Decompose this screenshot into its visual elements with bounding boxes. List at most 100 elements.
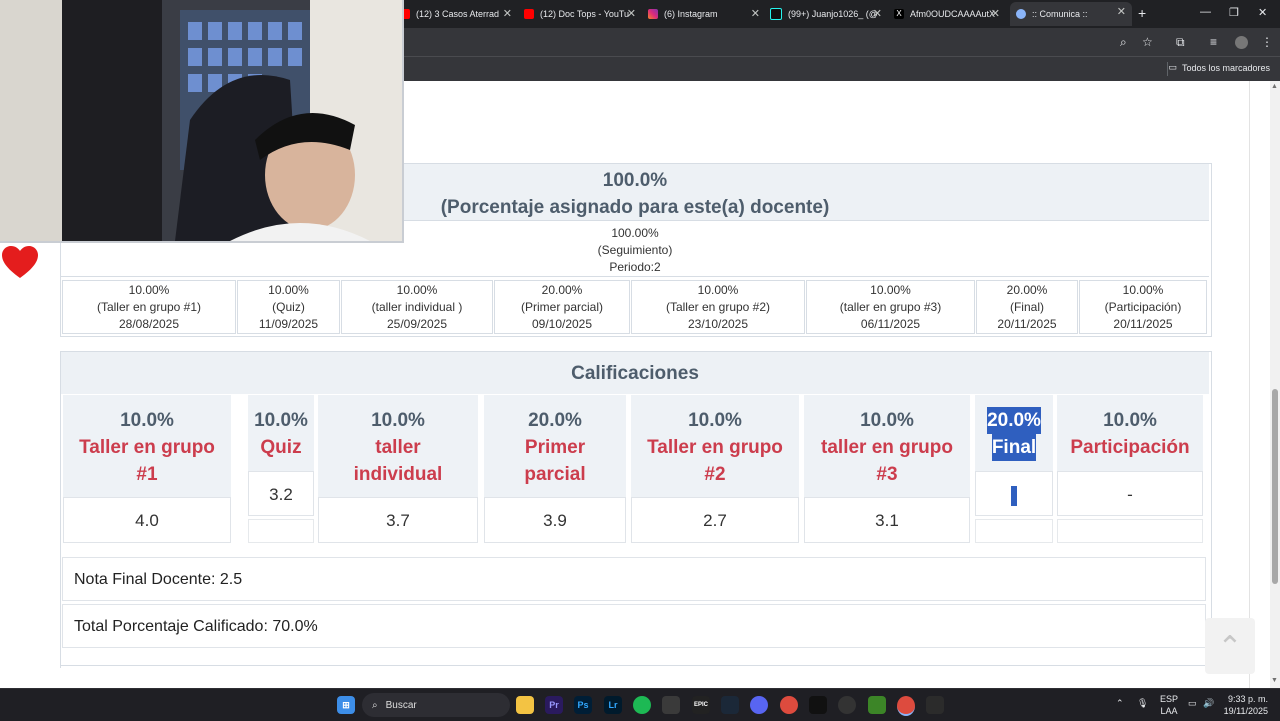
browser-tab-1[interactable]: (12) 3 Casos Aterrad ✕ — [400, 4, 518, 24]
file-explorer-icon[interactable] — [516, 696, 534, 714]
grade-value: 4.0 — [63, 497, 231, 543]
webcam-image — [0, 0, 402, 241]
tab-label: Afm0OUDCAAAAutX — [910, 9, 996, 19]
bookmark-star-icon[interactable]: ☆ — [1142, 35, 1153, 49]
taskbar-search[interactable]: ⌕ Buscar — [362, 693, 510, 717]
grade-name: taller en grupo — [821, 437, 953, 458]
language-label: ESP — [1160, 694, 1179, 704]
zoom-icon[interactable]: ⌕ — [1120, 35, 1127, 50]
browser-tab-3[interactable]: (6) Instagram ✕ — [648, 4, 766, 24]
spotify-icon[interactable] — [633, 696, 651, 714]
period-label: Periodo:2 — [609, 260, 661, 274]
grade-name: Taller en grupo — [647, 437, 783, 458]
chrome-icon[interactable] — [780, 696, 798, 714]
windows-taskbar: ⊞ ⌕ Buscar Pr Ps Lr EPIC ⌃ 🎙 ESP LAA ▭ 🔊… — [0, 688, 1280, 721]
scroll-to-top-button[interactable]: ⌃ — [1205, 618, 1255, 674]
grade-value — [975, 471, 1053, 516]
instagram-icon — [648, 9, 658, 19]
scrollbar[interactable]: ▲ ▼ — [1270, 81, 1280, 688]
photoshop-icon[interactable]: Ps — [574, 696, 592, 714]
evaluation-name: (taller individual ) — [371, 300, 463, 314]
premiere-icon[interactable]: Pr — [545, 696, 563, 714]
scroll-down-icon[interactable]: ▼ — [1271, 677, 1278, 684]
browser-tab-4[interactable]: (99+) Juanjo1026_ (@ ✕ — [770, 4, 888, 24]
media-controls-icon[interactable]: ≡ — [1210, 35, 1217, 49]
close-icon[interactable]: ✕ — [991, 7, 1000, 20]
clock[interactable]: 9:33 p. m. 19/11/2025 — [1220, 693, 1268, 717]
app-icon-2[interactable] — [838, 696, 856, 714]
discord-icon[interactable] — [750, 696, 768, 714]
new-tab-button[interactable]: + — [1138, 5, 1146, 21]
grade-name: Quiz — [260, 437, 302, 458]
grade-column: 10.0% Taller en grupo #2 2.7 — [631, 395, 799, 545]
grade-value: 2.7 — [631, 497, 799, 543]
restore-icon[interactable]: ❐ — [1229, 6, 1239, 19]
volume-icon[interactable]: 🔊 — [1203, 698, 1214, 709]
app-icon[interactable] — [662, 696, 680, 714]
browser-tab-2[interactable]: (12) Doc Tops - YouTu ✕ — [524, 4, 642, 24]
close-icon[interactable]: ✕ — [751, 7, 760, 20]
evaluation-pct: 10.00% — [697, 283, 739, 297]
evaluation-pct: 10.00% — [268, 283, 309, 297]
close-icon[interactable]: ✕ — [873, 7, 882, 20]
evaluation-date: 06/11/2025 — [860, 317, 921, 331]
grade-header: 10.0% taller individual — [318, 395, 478, 497]
nota-final-docente: Nota Final Docente: 2.5 — [62, 557, 1206, 601]
grade-header: 10.0% taller en grupo #3 — [804, 395, 970, 497]
grade-header: 10.0% Taller en grupo #2 — [631, 395, 799, 497]
scrollbar-thumb[interactable] — [1272, 389, 1278, 584]
evaluation-name: (Final) — [1009, 300, 1044, 314]
grade-pct: 10.0% — [371, 410, 425, 431]
grade-name: #2 — [704, 464, 726, 485]
grade-column: 10.0% taller individual 3.7 — [318, 395, 478, 545]
search-placeholder: Buscar — [385, 699, 417, 711]
chrome-active-icon[interactable] — [897, 696, 915, 716]
empty-cell — [1057, 519, 1203, 543]
tab-label: (99+) Juanjo1026_ (@ — [788, 9, 878, 19]
browser-tab-active[interactable]: :: Comunica :: ✕ — [1010, 2, 1132, 26]
start-icon[interactable]: ⊞ — [337, 696, 355, 714]
evaluation-name: (Participación) — [1104, 300, 1182, 314]
grade-name: #1 — [136, 464, 158, 485]
evaluation-pct: 10.00% — [1122, 283, 1164, 297]
browser-tab-5[interactable]: X Afm0OUDCAAAAutX ✕ — [894, 4, 1006, 24]
close-icon[interactable]: ✕ — [627, 7, 636, 20]
tiktok-icon — [770, 8, 782, 20]
extensions-icon[interactable]: ⧉ — [1176, 35, 1185, 50]
close-icon[interactable]: ✕ — [1117, 5, 1126, 18]
grade-name: parcial — [524, 464, 586, 485]
evaluation-date: 11/09/2025 — [258, 317, 319, 331]
heart-icon — [2, 246, 38, 278]
youtube-icon — [524, 9, 534, 19]
steam-icon[interactable] — [721, 696, 739, 714]
minimize-icon[interactable]: — — [1200, 6, 1211, 18]
close-window-icon[interactable]: ✕ — [1258, 6, 1267, 19]
close-icon[interactable]: ✕ — [503, 7, 512, 20]
total-porcentaje-calificado: Total Porcentaje Calificado: 70.0% — [62, 604, 1206, 648]
minecraft-icon[interactable] — [868, 696, 886, 714]
evaluation-cell: 20.00% (Primer parcial) 09/10/2025 — [494, 280, 630, 334]
clock-date: 19/11/2025 — [1223, 706, 1268, 716]
selection-caret — [1011, 485, 1017, 506]
grade-value: 3.1 — [804, 497, 970, 543]
scroll-up-icon[interactable]: ▲ — [1271, 83, 1278, 90]
epic-games-icon[interactable]: EPIC — [692, 696, 710, 714]
panel-bottom-border — [60, 665, 1205, 666]
evaluation-cell: 10.00% (Participación) 20/11/2025 — [1079, 280, 1207, 334]
chevron-up-icon[interactable]: ⌃ — [1116, 698, 1124, 709]
lightroom-icon[interactable]: Lr — [604, 696, 622, 714]
app-icon-3[interactable] — [926, 696, 944, 714]
content-edge — [1249, 81, 1250, 688]
evaluation-name: (Primer parcial) — [520, 300, 603, 314]
monitor-icon[interactable]: ▭ — [1188, 698, 1197, 709]
profile-avatar[interactable] — [1235, 36, 1248, 49]
all-bookmarks-button[interactable]: ▭ Todos los marcadores — [1168, 62, 1270, 73]
menu-dots-icon[interactable]: ⋮ — [1261, 35, 1273, 49]
grade-column: 10.0% Participación - — [1057, 395, 1203, 545]
webcam-overlay — [0, 0, 404, 243]
grade-column: 10.0% Taller en grupo #1 4.0 — [63, 395, 231, 545]
language-indicator[interactable]: ESP LAA — [1160, 693, 1178, 717]
evaluation-pct: 20.00% — [1006, 283, 1048, 297]
tiktok-app-icon[interactable] — [809, 696, 827, 714]
microphone-icon[interactable]: 🎙 — [1137, 698, 1148, 709]
